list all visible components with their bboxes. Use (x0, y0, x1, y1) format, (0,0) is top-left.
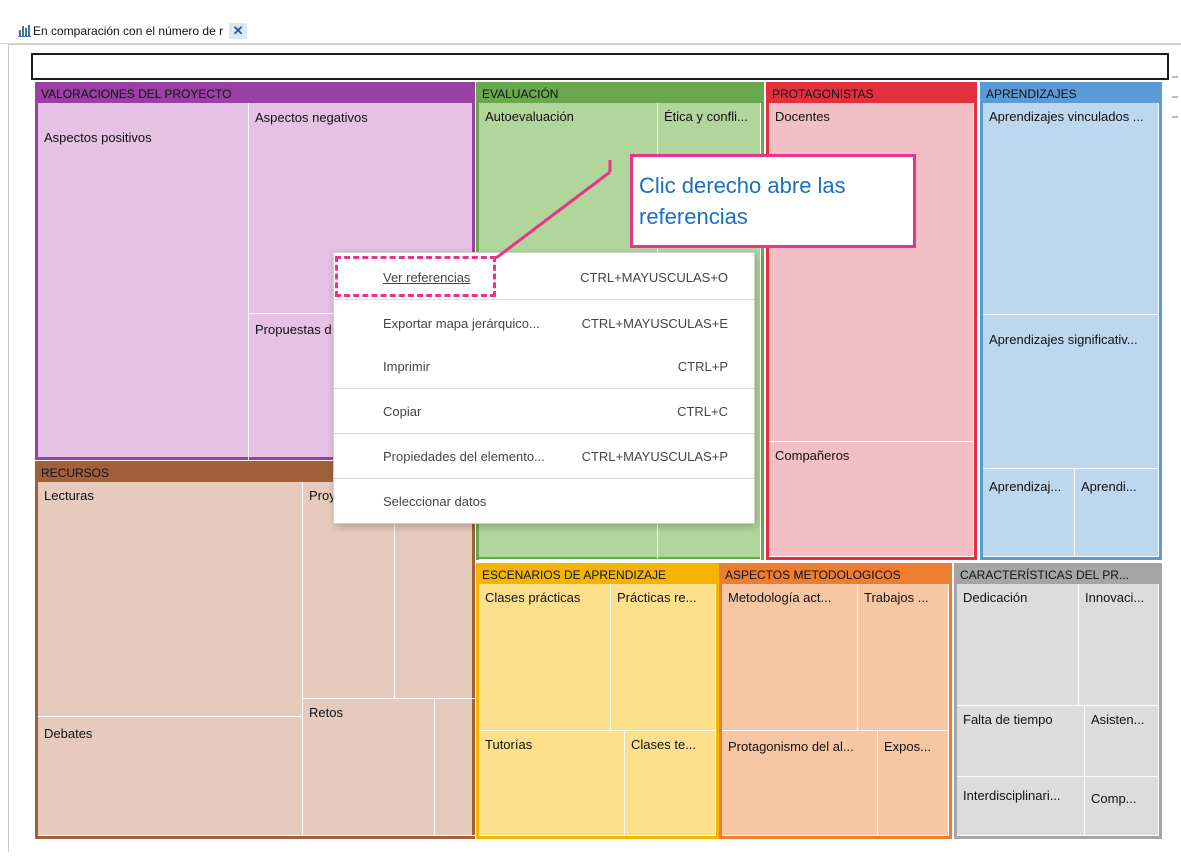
callout-text: Clic derecho abre las referencias (639, 173, 846, 229)
callout-box: Clic derecho abre las referencias (630, 154, 916, 248)
screen: En comparación con el número de r ✕ VALO… (0, 0, 1181, 858)
callout-leader-line (495, 160, 612, 260)
